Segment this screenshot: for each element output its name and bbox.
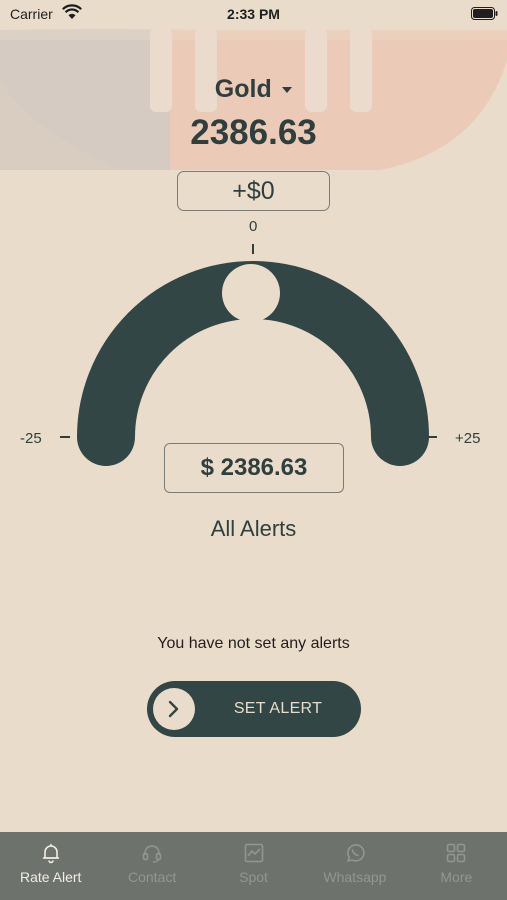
gauge-tick-max	[427, 436, 437, 438]
empty-alerts-message: You have not set any alerts	[157, 635, 350, 652]
target-price: $ 2386.63	[164, 443, 344, 493]
clock: 2:33 PM	[227, 6, 280, 22]
set-alert-label: SET ALERT	[233, 700, 323, 717]
tab-label-more: More	[440, 869, 473, 885]
gauge-tick-min-label: -25	[20, 430, 42, 447]
grid-icon	[447, 843, 466, 863]
gauge-tick-max-label: +25	[455, 430, 481, 447]
set-alert-button[interactable]: SET ALERT	[147, 681, 361, 737]
status-bar: Carrier 2:33 PM	[0, 0, 507, 28]
tab-more[interactable]: More	[406, 832, 507, 900]
commodity-name: Gold	[214, 75, 272, 103]
chevron-right-icon	[168, 700, 179, 718]
gauge-tick-min	[60, 436, 70, 438]
whatsapp-icon	[347, 844, 365, 862]
commodity-selector[interactable]: Gold	[0, 75, 507, 104]
tab-label-whatsapp: Whatsapp	[323, 869, 387, 885]
tab-rate-alert[interactable]: Rate Alert	[0, 832, 101, 900]
tab-contact[interactable]: Contact	[101, 832, 202, 900]
gauge-handle[interactable]	[222, 264, 280, 322]
set-alert-knob	[153, 688, 195, 730]
headset-icon	[142, 845, 162, 863]
offset-value: +$0	[177, 171, 330, 211]
bell-icon	[42, 843, 60, 864]
gauge-tick-center-label: 0	[249, 218, 258, 235]
current-price: 2386.63	[190, 113, 317, 152]
tab-bar: Rate Alert Contact Spot Whatsapp More	[0, 832, 507, 900]
chevron-down-icon	[282, 86, 293, 93]
tab-label-rate-alert: Rate Alert	[19, 869, 82, 885]
chart-icon	[244, 843, 263, 863]
tab-spot[interactable]: Spot	[203, 832, 304, 900]
tab-label-contact: Contact	[127, 869, 177, 885]
gauge-tick-center	[252, 244, 254, 254]
tab-whatsapp[interactable]: Whatsapp	[304, 832, 405, 900]
alerts-title: All Alerts	[210, 516, 297, 541]
tab-label-spot: Spot	[239, 869, 268, 885]
battery-icon	[471, 7, 498, 20]
